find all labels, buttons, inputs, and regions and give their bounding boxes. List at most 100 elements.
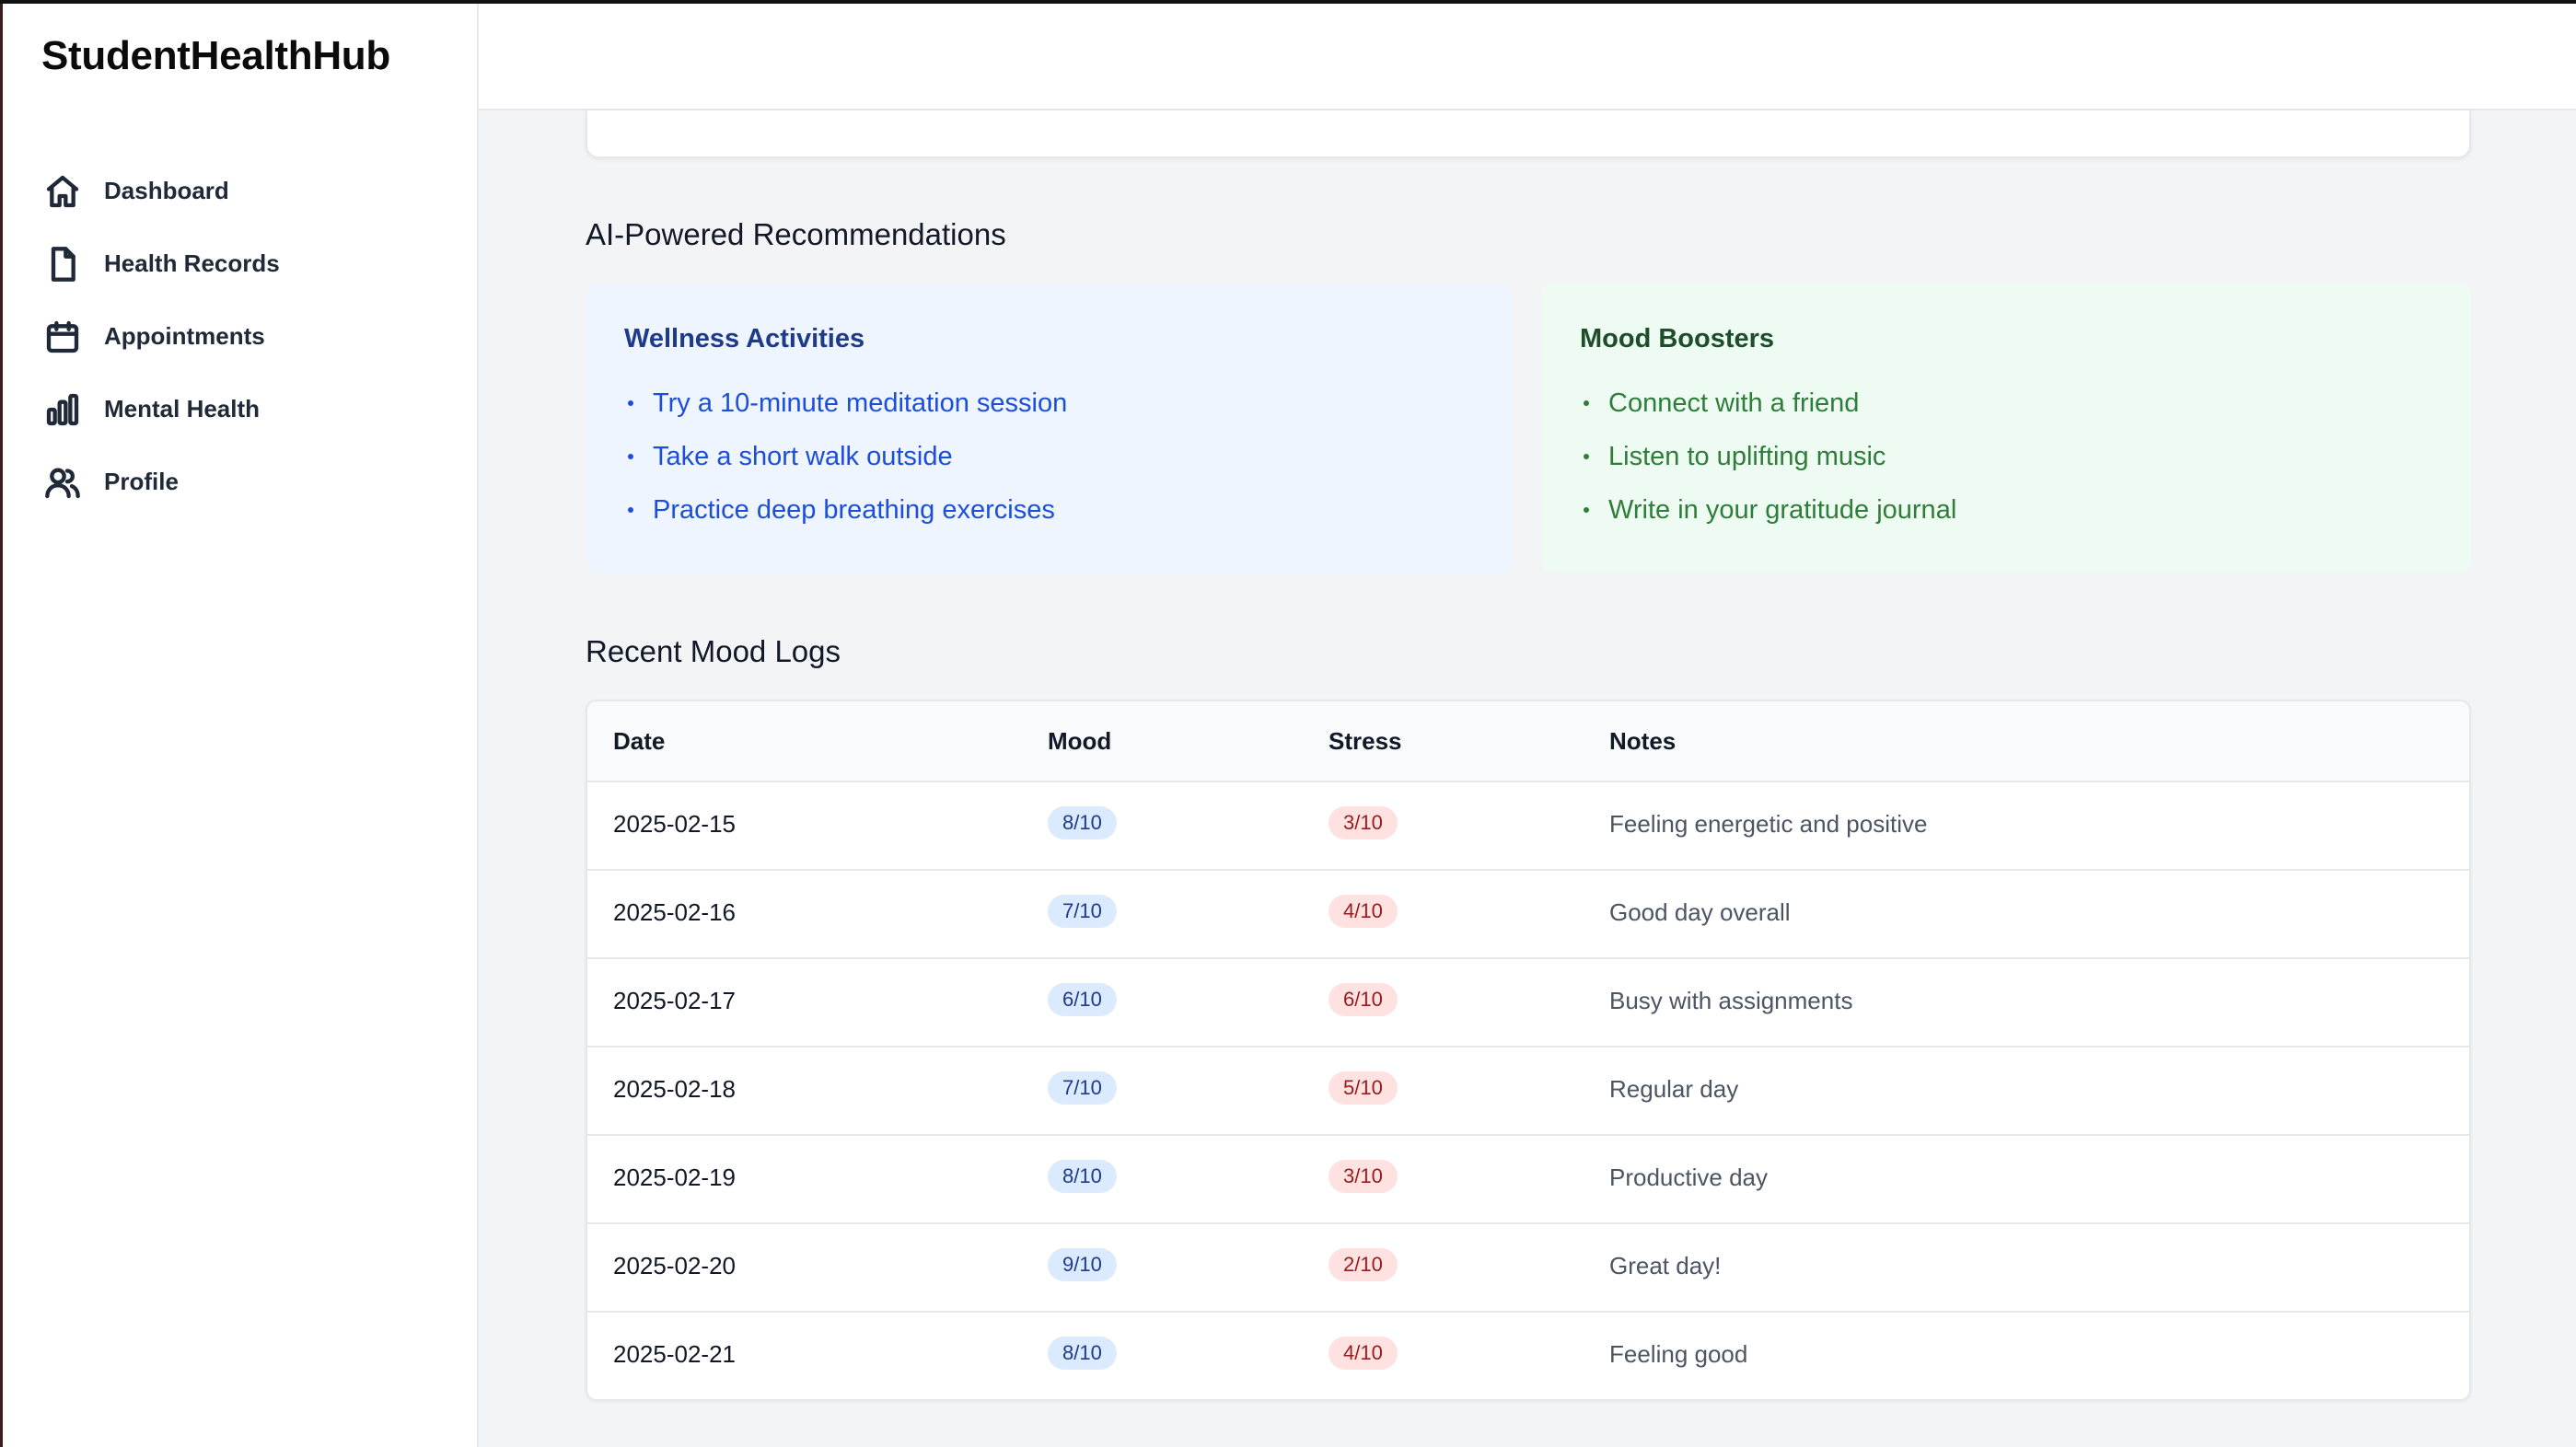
mood-logs-table: Date Mood Stress Notes 2025-02-15 8/10 3/1… <box>586 700 2471 1401</box>
column-header-notes: Notes <box>1609 727 1677 755</box>
sidebar-item-dashboard[interactable]: Dashboard <box>43 155 280 227</box>
cell-stress: 6/10 <box>1329 983 1398 1016</box>
top-bar <box>479 4 2576 110</box>
cell-mood: 7/10 <box>1048 1071 1117 1105</box>
list-item-text: Listen to uplifting music <box>1608 441 1886 471</box>
wellness-activities-card: Wellness Activities Try a 10-minute medi… <box>586 284 1512 573</box>
mood-badge: 8/10 <box>1048 806 1117 839</box>
sidebar-item-mental-health[interactable]: Mental Health <box>43 373 280 446</box>
column-header-date: Date <box>613 727 666 755</box>
cell-notes: Great day! <box>1609 1252 1722 1279</box>
stress-badge: 3/10 <box>1329 806 1398 839</box>
bullet-icon <box>1584 507 1589 513</box>
column-header-stress: Stress <box>1329 727 1402 755</box>
cell-notes: Feeling energetic and positive <box>1609 810 1928 838</box>
app-root: StudentHealthHub Dashboard Health Record… <box>0 0 2576 1447</box>
stress-badge: 4/10 <box>1329 1337 1398 1370</box>
table-body: 2025-02-15 8/10 3/10 Feeling energetic and … <box>587 782 2469 1399</box>
bullet-icon <box>1584 454 1589 459</box>
mood-badge: 6/10 <box>1048 983 1117 1016</box>
recommendations-heading: AI-Powered Recommendations <box>586 217 1006 251</box>
cell-mood: 8/10 <box>1048 1337 1117 1370</box>
cell-notes: Feeling good <box>1609 1340 1748 1368</box>
cell-stress: 4/10 <box>1329 1337 1398 1370</box>
stress-badge: 5/10 <box>1329 1071 1398 1105</box>
cell-date: 2025-02-19 <box>613 1163 736 1191</box>
cell-stress: 2/10 <box>1329 1248 1398 1281</box>
stress-badge: 6/10 <box>1329 983 1398 1016</box>
cell-date: 2025-02-18 <box>613 1075 736 1103</box>
cell-notes: Productive day <box>1609 1163 1768 1191</box>
list-item: Try a 10-minute meditation session <box>624 376 1473 430</box>
sidebar-item-profile[interactable]: Profile <box>43 446 280 518</box>
stress-badge: 4/10 <box>1329 895 1398 928</box>
cell-stress: 3/10 <box>1329 1160 1398 1193</box>
list-item: Listen to uplifting music <box>1580 430 2432 483</box>
brand-logo-text[interactable]: StudentHealthHub <box>41 33 390 79</box>
stress-badge: 3/10 <box>1329 1160 1398 1193</box>
wellness-activities-list: Try a 10-minute meditation session Take … <box>624 376 1473 537</box>
table-row: 2025-02-17 6/10 6/10 Busy with assignments <box>587 959 2469 1048</box>
stress-badge: 2/10 <box>1329 1248 1398 1281</box>
cell-mood: 8/10 <box>1048 1160 1117 1193</box>
bar-chart-icon <box>43 390 82 429</box>
sidebar-item-label: Dashboard <box>104 177 229 204</box>
bullet-icon <box>628 454 633 459</box>
table-row: 2025-02-21 8/10 4/10 Feeling good <box>587 1313 2469 1399</box>
sidebar-nav: Dashboard Health Records Appointments Me… <box>43 155 280 518</box>
list-item-text: Write in your gratitude journal <box>1608 494 1957 525</box>
table-row: 2025-02-18 7/10 5/10 Regular day <box>587 1048 2469 1136</box>
cell-mood: 9/10 <box>1048 1248 1117 1281</box>
sidebar-item-health-records[interactable]: Health Records <box>43 227 280 300</box>
home-icon <box>43 172 82 211</box>
mood-badge: 8/10 <box>1048 1160 1117 1193</box>
sidebar-item-label: Health Records <box>104 249 280 277</box>
cell-stress: 4/10 <box>1329 895 1398 928</box>
cell-notes: Good day overall <box>1609 898 1791 926</box>
cell-notes: Regular day <box>1609 1075 1739 1103</box>
sidebar-item-label: Profile <box>104 468 179 495</box>
sidebar-item-label: Mental Health <box>104 395 261 423</box>
cell-stress: 3/10 <box>1329 806 1398 839</box>
table-row: 2025-02-15 8/10 3/10 Feeling energetic and … <box>587 782 2469 871</box>
table-row: 2025-02-19 8/10 3/10 Productive day <box>587 1136 2469 1224</box>
table-row: 2025-02-16 7/10 4/10 Good day overall <box>587 871 2469 959</box>
sidebar-item-appointments[interactable]: Appointments <box>43 300 280 373</box>
column-header-mood: Mood <box>1048 727 1112 755</box>
mood-boosters-title: Mood Boosters <box>1580 324 1775 353</box>
mood-badge: 7/10 <box>1048 895 1117 928</box>
previous-card-bottom <box>586 110 2471 158</box>
list-item-text: Practice deep breathing exercises <box>653 494 1055 525</box>
list-item: Take a short walk outside <box>624 430 1473 483</box>
mood-boosters-card: Mood Boosters Connect with a friend List… <box>1541 284 2471 573</box>
cell-date: 2025-02-21 <box>613 1340 736 1368</box>
cell-date: 2025-02-20 <box>613 1252 736 1279</box>
wellness-activities-title: Wellness Activities <box>624 324 865 353</box>
bullet-icon <box>628 400 633 406</box>
mood-badge: 8/10 <box>1048 1337 1117 1370</box>
mood-badge: 9/10 <box>1048 1248 1117 1281</box>
cell-date: 2025-02-15 <box>613 810 736 838</box>
bullet-icon <box>1584 400 1589 406</box>
calendar-icon <box>43 318 82 356</box>
cell-date: 2025-02-16 <box>613 898 736 926</box>
document-icon <box>43 245 82 284</box>
list-item: Practice deep breathing exercises <box>624 483 1473 537</box>
list-item: Write in your gratitude journal <box>1580 483 2432 537</box>
list-item-text: Take a short walk outside <box>653 441 953 471</box>
table-row: 2025-02-20 9/10 2/10 Great day! <box>587 1224 2469 1313</box>
cell-notes: Busy with assignments <box>1609 987 1853 1014</box>
users-icon <box>43 463 82 502</box>
cell-stress: 5/10 <box>1329 1071 1398 1105</box>
sidebar: StudentHealthHub Dashboard Health Record… <box>0 4 479 1447</box>
cell-mood: 8/10 <box>1048 806 1117 839</box>
cell-date: 2025-02-17 <box>613 987 736 1014</box>
mood-badge: 7/10 <box>1048 1071 1117 1105</box>
bullet-icon <box>628 507 633 513</box>
table-header: Date Mood Stress Notes <box>587 701 2469 782</box>
list-item-text: Try a 10-minute meditation session <box>653 388 1068 418</box>
mood-boosters-list: Connect with a friend Listen to upliftin… <box>1580 376 2432 537</box>
cell-mood: 6/10 <box>1048 983 1117 1016</box>
sidebar-item-label: Appointments <box>104 322 265 350</box>
list-item-text: Connect with a friend <box>1608 388 1860 418</box>
